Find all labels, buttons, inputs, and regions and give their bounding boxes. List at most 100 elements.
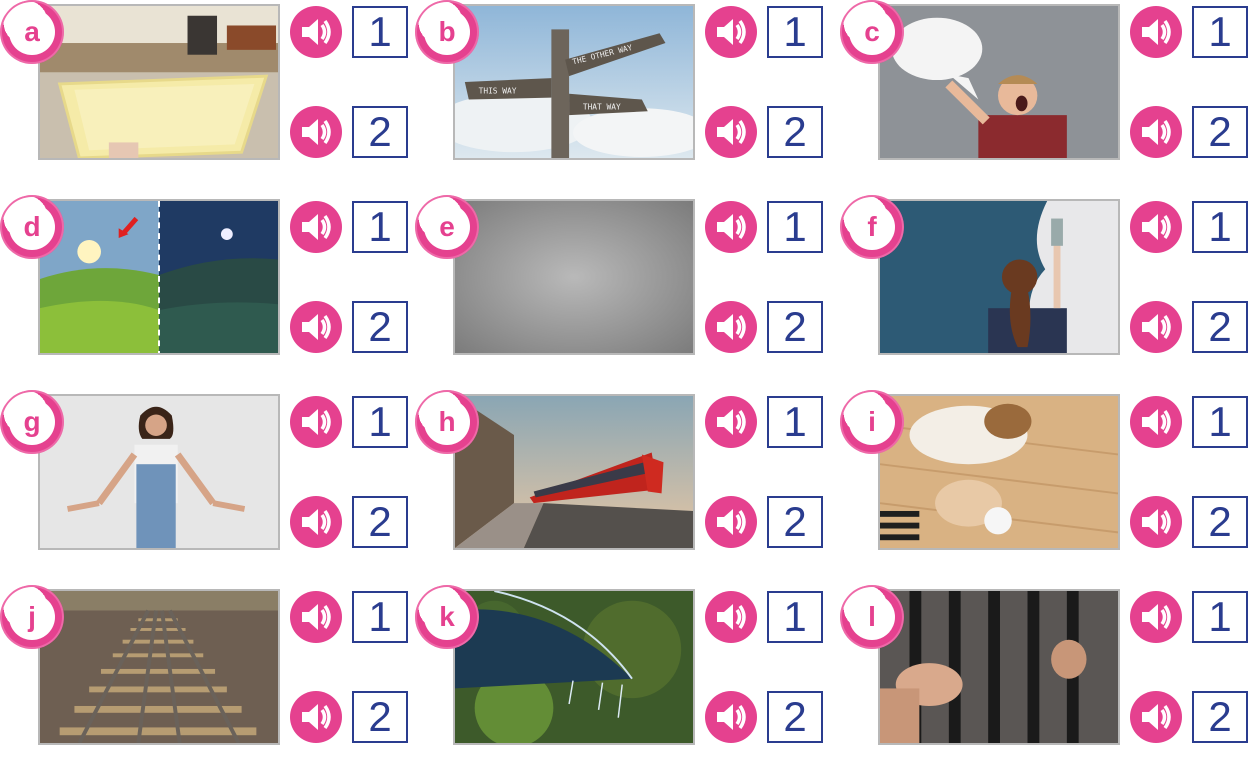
speaker-icon[interactable]: [290, 396, 342, 448]
card-k: k 1 2: [415, 585, 835, 775]
option-2[interactable]: 2: [1130, 104, 1250, 160]
speaker-icon[interactable]: [705, 201, 757, 253]
letter-label: k: [424, 594, 470, 640]
letter-badge: e: [415, 195, 479, 259]
number-box[interactable]: 1: [767, 591, 823, 643]
letter-badge: d: [0, 195, 64, 259]
number-box[interactable]: 1: [767, 6, 823, 58]
option-1[interactable]: 1: [290, 589, 410, 645]
option-2[interactable]: 2: [290, 494, 410, 550]
speaker-icon[interactable]: [290, 591, 342, 643]
option-2[interactable]: 2: [705, 494, 825, 550]
speaker-icon[interactable]: [1130, 691, 1182, 743]
number-box[interactable]: 1: [352, 201, 408, 253]
card-d: d 1 2: [0, 195, 420, 385]
option-2[interactable]: 2: [705, 299, 825, 355]
speaker-icon[interactable]: [705, 301, 757, 353]
letter-label: j: [9, 594, 55, 640]
option-1[interactable]: 1: [1130, 394, 1250, 450]
number-box[interactable]: 2: [352, 106, 408, 158]
speaker-icon[interactable]: [290, 6, 342, 58]
option-2[interactable]: 2: [290, 104, 410, 160]
number-box[interactable]: 1: [767, 396, 823, 448]
number-box[interactable]: 2: [767, 106, 823, 158]
option-1[interactable]: 1: [1130, 4, 1250, 60]
card-h: h 1 2: [415, 390, 835, 580]
speaker-icon[interactable]: [290, 106, 342, 158]
number-box[interactable]: 2: [1192, 691, 1248, 743]
speaker-icon[interactable]: [705, 496, 757, 548]
speaker-icon[interactable]: [1130, 201, 1182, 253]
speaker-icon[interactable]: [705, 6, 757, 58]
letter-badge: i: [840, 390, 904, 454]
grey-photo: [453, 199, 695, 355]
speaker-icon[interactable]: [1130, 591, 1182, 643]
tray-photo: [38, 4, 280, 160]
number-box[interactable]: 1: [352, 591, 408, 643]
number-box[interactable]: 1: [1192, 201, 1248, 253]
option-2[interactable]: 2: [705, 104, 825, 160]
option-1[interactable]: 1: [290, 199, 410, 255]
letter-badge: k: [415, 585, 479, 649]
option-1[interactable]: 1: [290, 394, 410, 450]
speaker-icon[interactable]: [1130, 396, 1182, 448]
number-box[interactable]: 2: [352, 301, 408, 353]
letter-badge: f: [840, 195, 904, 259]
speaker-icon[interactable]: [1130, 496, 1182, 548]
card-c: c 1 2: [840, 0, 1253, 190]
speaker-icon[interactable]: [1130, 106, 1182, 158]
number-box[interactable]: 2: [1192, 496, 1248, 548]
number-box[interactable]: 2: [767, 301, 823, 353]
speaker-icon[interactable]: [290, 496, 342, 548]
number-box[interactable]: 2: [352, 691, 408, 743]
number-box[interactable]: 1: [767, 201, 823, 253]
letter-label: f: [849, 204, 895, 250]
option-2[interactable]: 2: [290, 689, 410, 745]
number-box[interactable]: 1: [1192, 396, 1248, 448]
number-box[interactable]: 1: [352, 396, 408, 448]
option-2[interactable]: 2: [1130, 299, 1250, 355]
option-2[interactable]: 2: [1130, 689, 1250, 745]
card-e: e 1 2: [415, 195, 835, 385]
speaker-icon[interactable]: [705, 106, 757, 158]
speaker-icon[interactable]: [705, 691, 757, 743]
prison-bars-photo: [878, 589, 1120, 745]
letter-label: l: [849, 594, 895, 640]
card-l: l 1 2: [840, 585, 1253, 775]
option-1[interactable]: 1: [290, 4, 410, 60]
number-box[interactable]: 1: [1192, 6, 1248, 58]
speaker-icon[interactable]: [290, 201, 342, 253]
number-box[interactable]: 2: [767, 496, 823, 548]
speaker-icon[interactable]: [1130, 6, 1182, 58]
shrugging-girl-photo: [38, 394, 280, 550]
speaker-icon[interactable]: [290, 691, 342, 743]
number-box[interactable]: 1: [1192, 591, 1248, 643]
option-1[interactable]: 1: [705, 199, 825, 255]
option-1[interactable]: 1: [705, 4, 825, 60]
option-1[interactable]: 1: [705, 589, 825, 645]
number-box[interactable]: 2: [352, 496, 408, 548]
letter-label: c: [849, 9, 895, 55]
speaker-icon[interactable]: [1130, 301, 1182, 353]
speaker-icon[interactable]: [290, 301, 342, 353]
option-2[interactable]: 2: [290, 299, 410, 355]
number-box[interactable]: 1: [352, 6, 408, 58]
letter-label: b: [424, 9, 470, 55]
option-2[interactable]: 2: [705, 689, 825, 745]
option-1[interactable]: 1: [705, 394, 825, 450]
number-box[interactable]: 2: [767, 691, 823, 743]
number-box[interactable]: 2: [1192, 106, 1248, 158]
letter-badge: l: [840, 585, 904, 649]
shouting-man-photo: [878, 4, 1120, 160]
speaker-icon[interactable]: [705, 591, 757, 643]
option-1[interactable]: 1: [1130, 199, 1250, 255]
card-g: g 1 2: [0, 390, 420, 580]
number-box[interactable]: 2: [1192, 301, 1248, 353]
option-1[interactable]: 1: [1130, 589, 1250, 645]
letter-badge: a: [0, 0, 64, 64]
painting-wall-photo: [878, 199, 1120, 355]
option-2[interactable]: 2: [1130, 494, 1250, 550]
speaker-icon[interactable]: [705, 396, 757, 448]
sign-this-way: THIS WAY: [479, 87, 517, 96]
letter-badge: h: [415, 390, 479, 454]
